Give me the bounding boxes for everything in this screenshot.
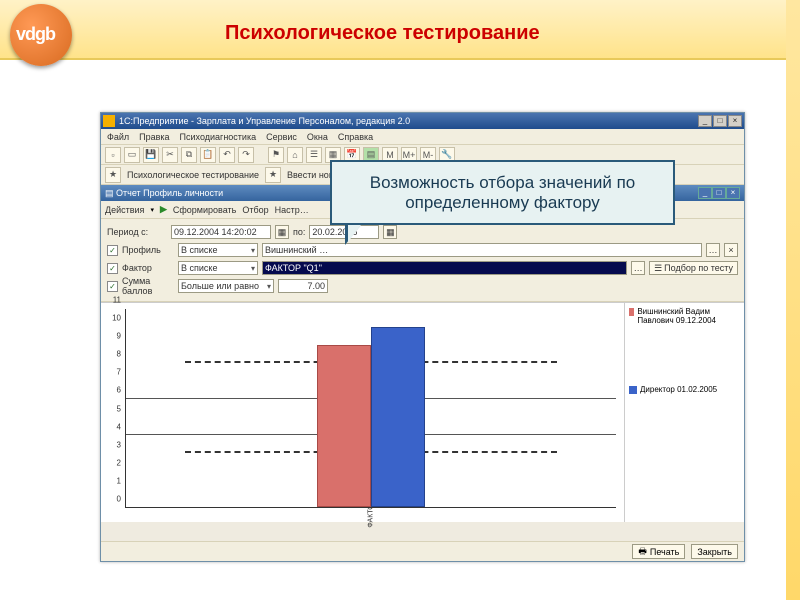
close-button[interactable]: ×	[728, 115, 742, 127]
side-strip	[786, 0, 800, 600]
legend-item: Вишнинский Вадим Павлович 09.12.2004	[629, 307, 740, 325]
print-button[interactable]: 🖶Печать	[632, 544, 685, 559]
app-icon	[103, 115, 115, 127]
sum-mode-select[interactable]: Больше или равно▾	[178, 279, 274, 293]
legend-text: Директор 01.02.2005	[640, 385, 717, 394]
legend-swatch-blue	[629, 386, 637, 394]
filter-button[interactable]: Отбор	[242, 205, 268, 215]
bar-series-0	[317, 345, 371, 507]
tool-icon[interactable]: ⚑	[268, 147, 284, 163]
copy-icon[interactable]: ⧉	[181, 147, 197, 163]
printer-icon: 🖶	[638, 544, 647, 560]
run-icon: ▶	[160, 204, 167, 215]
profile-checkbox[interactable]: ✓	[107, 245, 118, 256]
factor-checkbox[interactable]: ✓	[107, 263, 118, 274]
more-icon[interactable]: …	[706, 243, 720, 257]
report-max[interactable]: □	[712, 187, 726, 199]
sum-label: Сумма баллов	[122, 276, 174, 296]
factor-value-input[interactable]: ФАКТОР "Q1"	[262, 261, 627, 275]
form-button[interactable]: Сформировать	[173, 205, 236, 215]
report-title: Отчет Профиль личности	[116, 188, 223, 198]
legend-item: Директор 01.02.2005	[629, 385, 740, 394]
period-from-input[interactable]: 09.12.2004 14:20:02	[171, 225, 271, 239]
test-picker-button[interactable]: ☰Подбор по тесту	[649, 261, 738, 275]
menu-file[interactable]: Файл	[107, 132, 129, 142]
legend-swatch-red	[629, 308, 634, 316]
report-close[interactable]: ×	[726, 187, 740, 199]
slide-header: vdgb Психологическое тестирование	[0, 0, 800, 60]
chart-area: 01234567891011 ФАКТОР "Q1" Вишнинский Ва…	[101, 302, 744, 522]
actions-menu[interactable]: Действия	[105, 205, 144, 215]
paste-icon[interactable]: 📋	[200, 147, 216, 163]
sum-checkbox[interactable]: ✓	[107, 281, 118, 292]
profile-mode-select[interactable]: В списке▾	[178, 243, 258, 257]
callout-box: Возможность отбора значений по определен…	[330, 160, 675, 225]
report-min[interactable]: _	[698, 187, 712, 199]
y-axis: 01234567891011	[103, 309, 123, 508]
save-icon[interactable]: 💾	[143, 147, 159, 163]
titlebar: 1С:Предприятие - Зарплата и Управление П…	[101, 113, 744, 129]
menu-service[interactable]: Сервис	[266, 132, 297, 142]
period-label: Период с:	[107, 227, 167, 237]
more-icon[interactable]: …	[631, 261, 645, 275]
chart-grid: ФАКТОР "Q1"	[125, 309, 616, 508]
menu-help[interactable]: Справка	[338, 132, 373, 142]
bar-series-1	[371, 327, 425, 507]
open-icon[interactable]: ▭	[124, 147, 140, 163]
filter-panel: Период с: 09.12.2004 14:20:02 ▦ по: 20.0…	[101, 219, 744, 302]
date-picker-icon[interactable]: ▦	[383, 225, 397, 239]
star-icon[interactable]: ★	[265, 167, 281, 183]
maximize-button[interactable]: □	[713, 115, 727, 127]
minimize-button[interactable]: _	[698, 115, 712, 127]
callout-tail	[348, 225, 361, 242]
new-icon[interactable]: ▫	[105, 147, 121, 163]
clear-icon[interactable]: ×	[724, 243, 738, 257]
settings-button[interactable]: Настр…	[275, 205, 309, 215]
footer-bar: 🖶Печать Закрыть	[101, 541, 744, 561]
slide-title: Психологическое тестирование	[225, 22, 540, 45]
tool-icon[interactable]: ☰	[306, 147, 322, 163]
menu-windows[interactable]: Окна	[307, 132, 328, 142]
cut-icon[interactable]: ✂	[162, 147, 178, 163]
chart-plot: 01234567891011 ФАКТОР "Q1"	[101, 303, 624, 522]
window-title: 1С:Предприятие - Зарплата и Управление П…	[119, 116, 698, 126]
nav-link-testing[interactable]: Психологическое тестирование	[124, 170, 262, 180]
chart-legend: Вишнинский Вадим Павлович 09.12.2004 Дир…	[624, 303, 744, 522]
menubar: Файл Правка Психодиагностика Сервис Окна…	[101, 129, 744, 145]
profile-label: Профиль	[122, 245, 174, 255]
star-icon[interactable]: ★	[105, 167, 121, 183]
logo-text: vdgb	[16, 24, 55, 45]
menu-psycho[interactable]: Психодиагностика	[180, 132, 257, 142]
factor-mode-select[interactable]: В списке▾	[178, 261, 258, 275]
menu-edit[interactable]: Правка	[139, 132, 169, 142]
factor-label: Фактор	[122, 263, 174, 273]
tool-icon[interactable]: ⌂	[287, 147, 303, 163]
logo: vdgb	[10, 4, 72, 66]
profile-value-input[interactable]: Вишнинский …	[262, 243, 702, 257]
period-to-label: по:	[293, 227, 305, 237]
sum-value-input[interactable]: 7.00	[278, 279, 328, 293]
legend-text: Вишнинский Вадим Павлович 09.12.2004	[637, 307, 740, 325]
doc-icon: ▤	[105, 188, 114, 199]
date-picker-icon[interactable]: ▦	[275, 225, 289, 239]
undo-icon[interactable]: ↶	[219, 147, 235, 163]
close-report-button[interactable]: Закрыть	[691, 544, 738, 559]
redo-icon[interactable]: ↷	[238, 147, 254, 163]
callout-text: Возможность отбора значений по определен…	[342, 173, 663, 213]
